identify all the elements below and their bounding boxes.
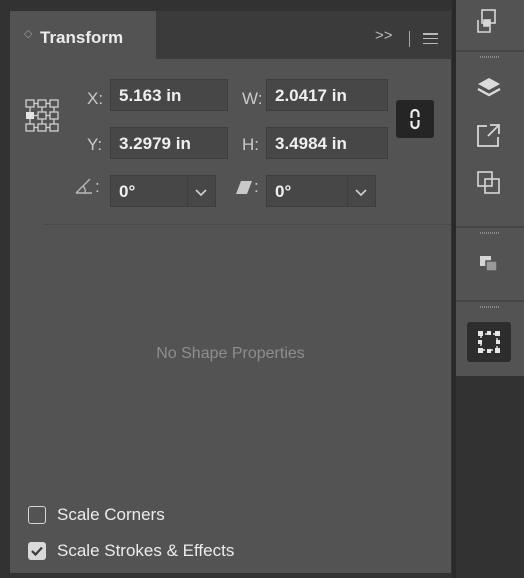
shear-value: 0°: [275, 182, 292, 201]
panel-menu-icon[interactable]: [423, 33, 438, 45]
w-label: W:: [242, 89, 263, 108]
shear-dropdown[interactable]: 0°: [266, 175, 376, 207]
scale-strokes-label: Scale Strokes & Effects: [57, 541, 235, 560]
transform-button[interactable]: [467, 322, 511, 362]
collapse-panel-button[interactable]: >>: [375, 27, 393, 44]
export-button[interactable]: [467, 115, 511, 155]
align-icon: [480, 256, 498, 272]
x-value: 5.163 in: [119, 86, 182, 105]
toolbar-grip[interactable]: [480, 306, 500, 308]
tab-divider: [409, 31, 410, 47]
rotate-value: 0°: [119, 182, 136, 201]
export-icon: [477, 124, 500, 147]
w-field[interactable]: 2.0417 in: [266, 79, 388, 111]
tab-expand-icon[interactable]: ◇: [24, 27, 32, 40]
constrain-proportions-button[interactable]: [396, 100, 434, 138]
no-shape-properties-text: No Shape Properties: [156, 345, 305, 362]
chevron-down-icon: [195, 189, 207, 196]
scale-corners-label: Scale Corners: [57, 505, 165, 524]
rotate-angle-icon: [75, 178, 92, 194]
shear-label: :: [254, 177, 259, 196]
toolbar-separator: [456, 50, 524, 52]
pathfinder-button[interactable]: [467, 163, 511, 203]
x-field[interactable]: 5.163 in: [110, 79, 228, 111]
h-value: 3.4984 in: [275, 134, 347, 153]
arrange-icon: [477, 9, 496, 33]
toolbar-separator: [456, 300, 524, 302]
layers-button[interactable]: [467, 68, 511, 108]
x-label: X:: [87, 89, 104, 108]
rotate-dropdown[interactable]: 0°: [110, 175, 216, 207]
arrange-button[interactable]: [467, 1, 511, 41]
checkmark-icon: [31, 546, 43, 557]
align-button[interactable]: [467, 244, 511, 284]
w-value: 2.0417 in: [275, 86, 347, 105]
panel-dock-toolbar: [456, 0, 524, 376]
transform-icon: [478, 331, 500, 353]
tab-transform[interactable]: ◇ Transform: [10, 11, 156, 63]
y-field[interactable]: 3.2979 in: [110, 127, 228, 159]
y-label: Y:: [87, 135, 103, 154]
rotate-label: :: [95, 177, 100, 196]
panel-tab-bar: ◇ Transform >>: [10, 11, 451, 63]
shear-icon: [236, 181, 252, 194]
chevron-down-icon: [355, 189, 367, 196]
transform-panel: ◇ Transform >> X: 5.163 in W: 2.0417 in: [10, 11, 451, 573]
dropdown-divider: [187, 176, 188, 206]
toolbar-grip[interactable]: [480, 56, 500, 58]
layers-icon: [477, 78, 501, 97]
pathfinder-icon: [477, 171, 500, 194]
scale-corners-checkbox[interactable]: [28, 506, 46, 524]
section-divider: [43, 224, 451, 225]
tab-title: Transform: [40, 28, 124, 47]
dropdown-divider: [347, 176, 348, 206]
link-icon: [410, 108, 420, 130]
toolbar-separator: [456, 226, 524, 228]
scale-strokes-checkbox[interactable]: [28, 542, 46, 560]
h-label: H:: [242, 135, 259, 154]
toolbar-grip[interactable]: [480, 232, 500, 234]
reference-point-icon[interactable]: [24, 98, 60, 134]
h-field[interactable]: 3.4984 in: [266, 127, 388, 159]
y-value: 3.2979 in: [119, 134, 191, 153]
